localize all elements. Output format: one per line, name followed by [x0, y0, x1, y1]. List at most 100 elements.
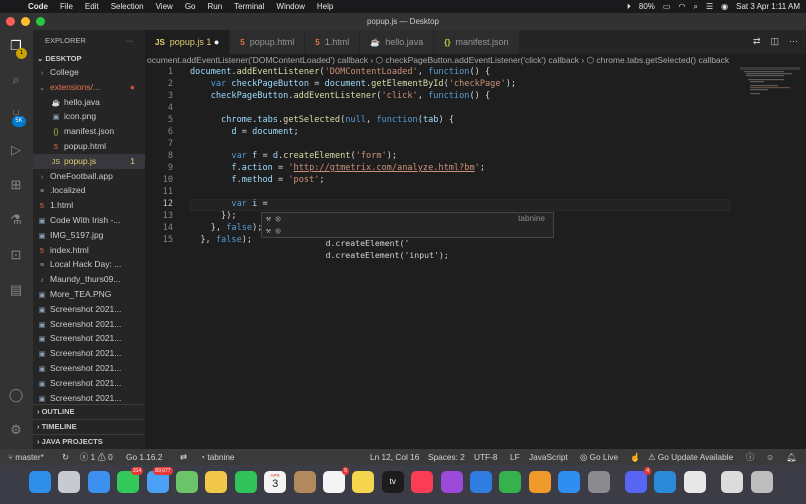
tabnine-status[interactable]: ◔ tabnine [200, 449, 235, 465]
tree-item[interactable]: ≡ .localized [33, 183, 145, 198]
minimize-window-button[interactable] [21, 17, 30, 26]
spotlight-search-icon[interactable]: ⌕ [693, 2, 697, 12]
menu-run[interactable]: Run [207, 2, 222, 11]
suggestion-item[interactable]: ⚒ ◎ d.createElement('input'); [262, 225, 553, 260]
tab-hello-java[interactable]: ☕ hello.java [360, 30, 435, 54]
timeline-section[interactable]: › TIMELINE [33, 418, 145, 434]
mail-icon[interactable]: 89,677 [146, 467, 173, 493]
testing-icon[interactable]: ⚗ [8, 212, 24, 228]
workspace-section[interactable]: ⌄ DESKTOP [33, 52, 145, 65]
more-actions-icon[interactable]: ··· [126, 30, 134, 52]
tab-1-html[interactable]: 5 1.html [305, 30, 361, 54]
contacts-icon[interactable] [293, 471, 316, 493]
search-icon[interactable]: ⌕ [8, 72, 24, 88]
notes-icon[interactable] [352, 471, 375, 493]
control-center-icon[interactable]: ☰ [706, 2, 713, 11]
minimap[interactable] [740, 67, 800, 107]
unsaved-dot-icon[interactable]: ● [211, 37, 219, 47]
menu-terminal[interactable]: Terminal [234, 2, 264, 11]
battery-percent[interactable]: 80% [639, 2, 655, 11]
tree-item[interactable]: ▣ More_TEA.PNG [33, 287, 145, 302]
tree-item[interactable]: ▣ Code With Irish -... [33, 213, 145, 228]
tree-item[interactable]: ▣ Screenshot 2021... [33, 302, 145, 317]
menu-selection[interactable]: Selection [111, 2, 144, 11]
go-live-button[interactable]: ◎ Go Live [580, 449, 618, 465]
calendar-icon[interactable]: APR 3 [264, 471, 287, 493]
vscode-icon[interactable] [654, 471, 677, 493]
tree-item[interactable]: ▣ Screenshot 2021... [33, 331, 145, 346]
tree-item[interactable]: {} manifest.json [33, 124, 145, 139]
play-icon[interactable]: ⏵ [627, 2, 631, 12]
tree-item[interactable]: › OneFootball.app [33, 169, 145, 184]
split-editor-icon[interactable]: ◫ [770, 36, 779, 47]
tree-item[interactable]: ▣ Screenshot 2021... [33, 346, 145, 361]
tree-item[interactable]: ☕ hello.java [33, 95, 145, 110]
tree-item[interactable]: 5 index.html [33, 243, 145, 258]
branch-status[interactable]: ⑂ master* [8, 449, 44, 465]
broadcast-icon[interactable]: ⇄ [180, 449, 187, 465]
wifi-icon[interactable]: ◠ [678, 2, 685, 11]
go-version[interactable]: Go 1.16.2 [126, 449, 162, 465]
menubar-clock[interactable]: Sat 3 Apr 1:11 AM [736, 2, 800, 11]
tree-item[interactable]: JS popup.js 1 [33, 153, 145, 169]
menu-app-name[interactable]: Code [28, 2, 48, 11]
tree-item[interactable]: ♪ Maundy_thurs09... [33, 272, 145, 287]
suggestion-item[interactable]: ⚒ ◎ d.createElement(' tabnine [262, 213, 553, 248]
launchpad-icon[interactable] [58, 471, 81, 493]
tab-manifest-json[interactable]: {} manifest.json [434, 30, 520, 54]
thumbs-up-icon[interactable]: ☝ [630, 449, 640, 465]
maps-icon[interactable] [176, 471, 198, 493]
zoom-window-button[interactable] [36, 17, 45, 26]
tree-item[interactable]: ▣ Screenshot 2021... [33, 376, 145, 391]
cursor-position[interactable]: Ln 12, Col 16 [370, 449, 419, 465]
app-store-icon[interactable] [558, 471, 581, 493]
siri-icon[interactable]: ◉ [721, 2, 728, 11]
messages-icon[interactable]: 314 [117, 467, 144, 493]
keynote-icon[interactable] [470, 471, 492, 493]
tree-item[interactable]: ▣ IMG_5197.jpg [33, 228, 145, 243]
end-of-line[interactable]: LF [510, 449, 520, 465]
menu-file[interactable]: File [60, 2, 73, 11]
menu-window[interactable]: Window [276, 2, 304, 11]
tree-item[interactable]: ≡ Local Hack Day: ... [33, 257, 145, 272]
open-changes-icon[interactable]: ⇄ [753, 36, 761, 47]
tab-popup-js[interactable]: JS popup.js 1 ● [145, 30, 231, 54]
info-icon[interactable]: ⓘ [746, 449, 754, 465]
tv-icon[interactable]: tv [381, 471, 404, 493]
safari-icon[interactable] [87, 471, 110, 493]
menu-go[interactable]: Go [185, 2, 196, 11]
account-icon[interactable]: ◯ [8, 387, 24, 403]
downloads-icon[interactable] [721, 471, 744, 493]
menu-view[interactable]: View [156, 2, 173, 11]
menu-edit[interactable]: Edit [85, 2, 99, 11]
breadcrumb[interactable]: ocument.addEventListener('DOMContentLoad… [145, 54, 806, 67]
run-debug-icon[interactable]: ▷ [8, 142, 24, 158]
tab-popup-html[interactable]: 5 popup.html [230, 30, 306, 54]
menu-help[interactable]: Help [317, 2, 333, 11]
remote-explorer-icon[interactable]: ⊡ [8, 247, 24, 263]
language-mode[interactable]: JavaScript [529, 449, 568, 465]
trash-icon[interactable] [750, 471, 773, 493]
discord-icon[interactable]: 4 [625, 467, 651, 493]
tree-item[interactable]: 5 popup.html [33, 139, 145, 154]
finder-icon[interactable] [29, 471, 51, 493]
podcasts-icon[interactable] [440, 471, 463, 493]
tree-item[interactable]: › College [33, 65, 145, 80]
photos-icon[interactable] [205, 471, 228, 493]
sync-icon[interactable]: ↻ [62, 449, 69, 465]
music-icon[interactable] [411, 471, 434, 493]
system-preferences-icon[interactable] [587, 471, 610, 493]
tree-item[interactable]: ▣ Screenshot 2021... [33, 317, 145, 332]
editor-more-icon[interactable]: ··· [789, 36, 798, 47]
notifications-bell-icon[interactable]: 🔔︎ [786, 449, 797, 465]
problems-status[interactable]: ⓧ 1 ⚠ 0 [80, 449, 113, 465]
pages-icon[interactable] [528, 471, 551, 493]
close-window-button[interactable] [6, 17, 15, 26]
indentation[interactable]: Spaces: 2 [428, 449, 465, 465]
facetime-icon[interactable] [234, 471, 257, 493]
go-update-status[interactable]: ⚠ Go Update Available [648, 449, 733, 465]
tree-item[interactable]: ▣ Screenshot 2021... [33, 361, 145, 376]
reminders-icon[interactable]: 5 [323, 467, 349, 493]
extensions-icon[interactable]: ⊞ [8, 177, 24, 193]
notebook-icon[interactable]: ▤ [8, 282, 24, 298]
